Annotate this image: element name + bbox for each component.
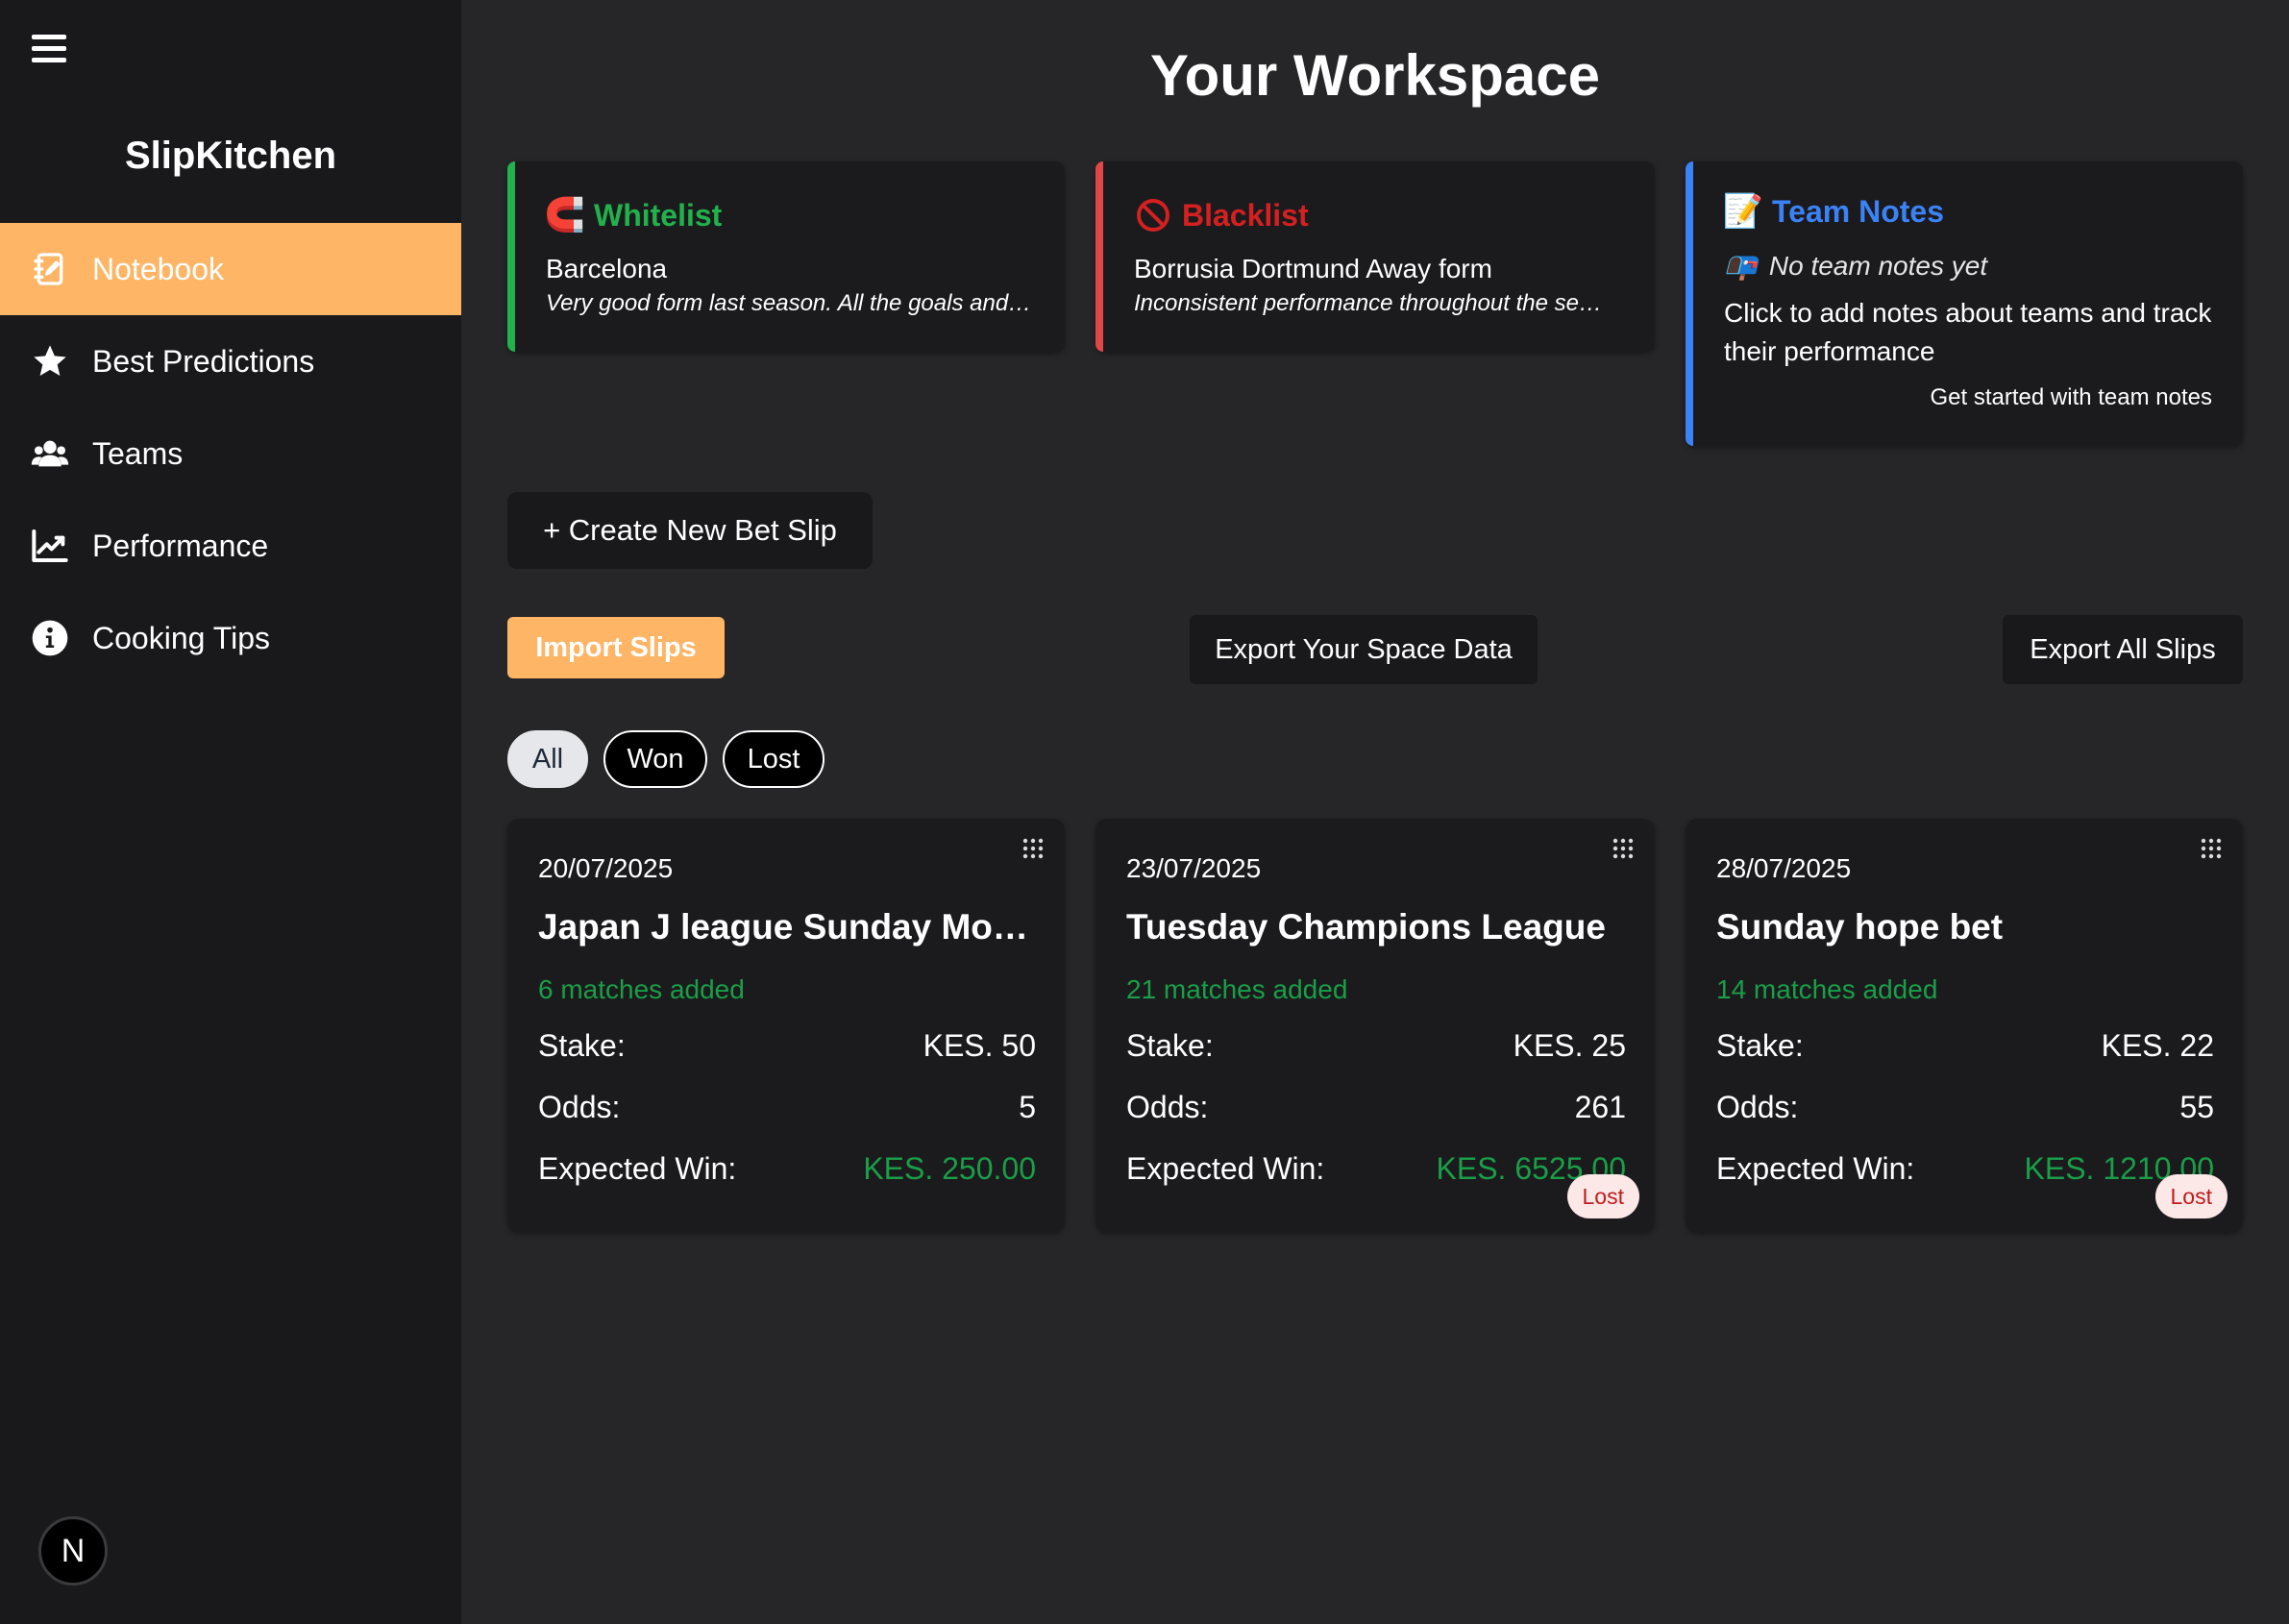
team-notes-title: Team Notes [1772,193,1945,229]
whitelist-panel[interactable]: 🧲 Whitelist Barcelona Very good form las… [507,161,1065,352]
sidebar-item-cooking-tips[interactable]: Cooking Tips [0,592,461,684]
sidebar-item-teams[interactable]: Teams [0,407,461,500]
info-icon [31,619,69,657]
status-badge: Lost [1566,1174,1639,1218]
mailbox-icon: 📭 [1724,251,1758,281]
sidebar-item-label: Cooking Tips [92,620,270,655]
create-bet-slip-button[interactable]: + Create New Bet Slip [507,492,873,569]
slip-date: 23/07/2025 [1126,853,1262,883]
whitelist-note: Very good form last season. All the goal… [546,290,1036,316]
drag-handle-icon[interactable] [1022,838,1044,859]
stake-value: KES. 50 [923,1028,1036,1063]
status-badge: Lost [2154,1174,2227,1218]
drag-handle-icon[interactable] [2201,838,2222,859]
stake-label: Stake: [1716,1028,1804,1063]
slip-expected-row: Expected Win: KES. 6525.00 [1126,1151,1626,1187]
brand-name: SlipKitchen [124,135,337,177]
sidebar-nav: Notebook Best Predictions Teams Performa… [0,223,461,684]
chart-icon [31,527,69,565]
slip-matches: 14 matches added [1716,974,1938,1004]
odds-value: 261 [1574,1090,1626,1124]
stake-value: KES. 25 [1513,1028,1626,1063]
expected-label: Expected Win: [538,1151,737,1186]
slip-matches: 6 matches added [538,974,745,1004]
slip-card[interactable]: 28/07/2025 Sunday hope bet 14 matches ad… [1686,819,2243,1232]
slip-date: 20/07/2025 [538,853,674,883]
avatar[interactable]: N [38,1516,108,1586]
prohibited-icon [1134,196,1172,234]
notebook-icon [31,250,69,288]
slip-title: Tuesday Champions League [1126,907,1606,947]
blacklist-title: Blacklist [1182,197,1309,233]
star-icon [31,342,69,381]
team-icon [31,434,69,473]
menu-icon[interactable] [29,33,71,67]
stake-value: KES. 22 [2101,1028,2214,1063]
blacklist-panel[interactable]: Blacklist Borrusia Dortmund Away form In… [1095,161,1655,352]
slip-title: Japan J league Sunday Morning [538,907,1038,947]
sidebar-item-performance[interactable]: Performance [0,500,461,592]
team-notes-empty: No team notes yet [1768,250,1988,281]
slip-odds-row: Odds: 55 [1716,1090,2214,1125]
sidebar: SlipKitchen Notebook Best Predictions Te… [0,0,461,1624]
slip-title: Sunday hope bet [1716,907,2004,947]
expected-value: KES. 250.00 [863,1151,1036,1186]
slip-odds-row: Odds: 5 [538,1090,1036,1125]
slip-stake-row: Stake: KES. 50 [538,1028,1036,1064]
filter-lost[interactable]: Lost [723,730,825,788]
slip-stake-row: Stake: KES. 22 [1716,1028,2214,1064]
sidebar-item-notebook[interactable]: Notebook [0,223,461,315]
expected-label: Expected Win: [1716,1151,1915,1186]
page-title: Your Workspace [1150,43,1600,108]
slip-date: 28/07/2025 [1716,853,1852,883]
sidebar-item-label: Best Predictions [92,343,315,379]
odds-label: Odds: [1126,1090,1209,1124]
filter-won[interactable]: Won [603,730,707,788]
odds-value: 55 [2179,1090,2214,1124]
import-slips-button[interactable]: Import Slips [507,617,725,678]
expected-label: Expected Win: [1126,1151,1325,1186]
magnet-icon: 🧲 [544,197,586,234]
slip-matches: 21 matches added [1126,974,1348,1004]
export-space-data-button[interactable]: Export Your Space Data [1190,615,1538,684]
stake-label: Stake: [1126,1028,1214,1063]
sidebar-item-best-predictions[interactable]: Best Predictions [0,315,461,407]
app-root: SlipKitchen Notebook Best Predictions Te… [0,0,2289,1624]
slip-stake-row: Stake: KES. 25 [1126,1028,1626,1064]
slip-card[interactable]: 23/07/2025 Tuesday Champions League 21 m… [1095,819,1655,1232]
export-all-slips-button[interactable]: Export All Slips [2003,615,2243,684]
slip-odds-row: Odds: 261 [1126,1090,1626,1125]
sidebar-item-label: Performance [92,528,269,563]
team-notes-description: Click to add notes about teams and track… [1724,298,2212,366]
blacklist-note: Inconsistent performance throughout the … [1134,290,1614,316]
slip-expected-row: Expected Win: KES. 1210.00 [1716,1151,2214,1187]
team-notes-cta[interactable]: Get started with team notes [1931,384,2212,411]
odds-value: 5 [1019,1090,1036,1124]
blacklist-team: Borrusia Dortmund Away form [1134,254,1492,283]
odds-label: Odds: [1716,1090,1799,1124]
slip-expected-row: Expected Win: KES. 250.00 [538,1151,1036,1187]
whitelist-title: Whitelist [594,197,723,233]
drag-handle-icon[interactable] [1612,838,1634,859]
sidebar-item-label: Notebook [92,251,224,286]
filter-all[interactable]: All [507,730,588,788]
team-notes-panel[interactable]: 📝 Team Notes 📭 No team notes yet Click t… [1686,161,2243,446]
whitelist-team: Barcelona [546,254,668,283]
slip-card[interactable]: 20/07/2025 Japan J league Sunday Morning… [507,819,1065,1232]
stake-label: Stake: [538,1028,626,1063]
sidebar-item-label: Teams [92,435,184,471]
main-content: Your Workspace 🧲 Whitelist Barcelona Ver… [461,0,2289,1624]
memo-icon: 📝 [1722,193,1764,230]
odds-label: Odds: [538,1090,621,1124]
